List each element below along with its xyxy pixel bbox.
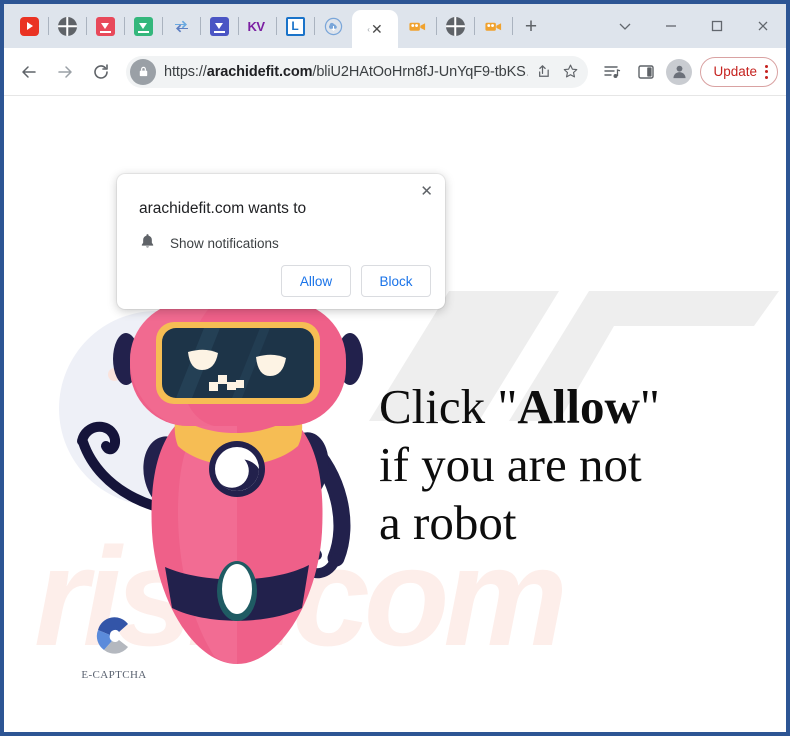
download-icon	[133, 16, 153, 36]
update-button[interactable]: Update	[700, 56, 778, 87]
url-path: /bliU2HAtOoHrn8fJ-UnYqF9-tbKS…	[312, 63, 529, 80]
page-content: risk.com	[4, 96, 786, 732]
address-bar[interactable]: https://arachidefit.com/bliU2HAtOoHrn8fJ…	[126, 55, 589, 88]
globe-icon	[445, 16, 465, 36]
page-headline: Click "Allow" if you are not a robot	[379, 378, 660, 552]
tab-active-arachidefit[interactable]: ‹ ✕	[352, 10, 398, 48]
tab-downloader-green[interactable]	[124, 4, 162, 48]
tab-sync[interactable]	[162, 4, 200, 48]
bell-icon	[139, 232, 156, 255]
tab-globe-1[interactable]	[48, 4, 86, 48]
side-panel-icon[interactable]	[630, 56, 662, 88]
allow-button[interactable]: Allow	[281, 265, 351, 297]
tab-strip: KV L ‹ ✕ +	[4, 4, 786, 48]
cloud-download-icon	[324, 17, 343, 36]
bookmark-star-icon[interactable]	[556, 58, 584, 86]
globe-icon	[57, 16, 77, 36]
browser-window: KV L ‹ ✕ + https://arachidefit.com/bliU2…	[0, 0, 790, 736]
youtube-icon	[19, 16, 39, 36]
notification-permission-dialog: ✕ arachidefit.com wants to Show notifica…	[117, 174, 445, 309]
tab-youtube[interactable]	[10, 4, 48, 48]
download-icon	[95, 16, 115, 36]
tab-loading-indicator: ‹	[367, 24, 370, 34]
video-camera-icon	[408, 17, 427, 36]
headline-part-1: Click "	[379, 379, 518, 434]
download-icon	[209, 16, 229, 36]
plus-icon: +	[524, 14, 538, 38]
dialog-permission-row: Show notifications	[139, 232, 279, 255]
tab-cloud-download[interactable]	[314, 4, 352, 48]
sync-icon	[172, 17, 191, 36]
kv-icon: KV	[247, 18, 266, 34]
url-domain: arachidefit.com	[206, 63, 313, 80]
update-label: Update	[713, 64, 757, 79]
back-button[interactable]	[12, 55, 46, 89]
close-window-button[interactable]	[740, 4, 786, 48]
profile-avatar[interactable]	[666, 58, 693, 85]
tab-camera-1[interactable]	[398, 4, 436, 48]
media-playlist-icon[interactable]	[596, 56, 628, 88]
tab-downloader-red[interactable]	[86, 4, 124, 48]
lock-icon[interactable]	[130, 58, 156, 85]
permission-label: Show notifications	[170, 236, 279, 251]
letter-l-icon: L	[285, 16, 305, 36]
captcha-branding: E-CAPTCHA	[76, 614, 152, 681]
maximize-button[interactable]	[694, 4, 740, 48]
url-scheme: https://	[164, 63, 207, 80]
tab-camera-2[interactable]	[474, 4, 512, 48]
new-tab-button[interactable]: +	[512, 4, 550, 48]
captcha-label: E-CAPTCHA	[81, 669, 147, 681]
share-icon[interactable]	[528, 58, 556, 86]
tab-list: KV L ‹ ✕ +	[10, 4, 550, 48]
browser-toolbar: https://arachidefit.com/bliU2HAtOoHrn8fJ…	[4, 48, 786, 96]
tab-downloader-blue[interactable]	[200, 4, 238, 48]
ecaptcha-logo-icon	[96, 617, 128, 654]
tab-globe-2[interactable]	[436, 4, 474, 48]
window-controls	[602, 4, 786, 48]
chrome-menu-kebab-icon[interactable]	[765, 64, 768, 79]
tab-l-site[interactable]: L	[276, 4, 314, 48]
close-icon[interactable]: ✕	[371, 21, 383, 38]
video-camera-icon	[484, 17, 503, 36]
headline-allow-word: Allow	[517, 379, 640, 434]
dialog-actions: Allow Block	[281, 265, 431, 297]
dialog-title: arachidefit.com wants to	[139, 200, 307, 217]
close-icon[interactable]: ✕	[420, 184, 433, 199]
block-button[interactable]: Block	[361, 265, 431, 297]
tab-search-chevron-down-icon[interactable]	[602, 4, 648, 48]
reload-button[interactable]	[84, 55, 118, 89]
url-text: https://arachidefit.com/bliU2HAtOoHrn8fJ…	[164, 64, 528, 80]
minimize-button[interactable]	[648, 4, 694, 48]
tab-kv[interactable]: KV	[238, 4, 276, 48]
forward-button[interactable]	[48, 55, 82, 89]
